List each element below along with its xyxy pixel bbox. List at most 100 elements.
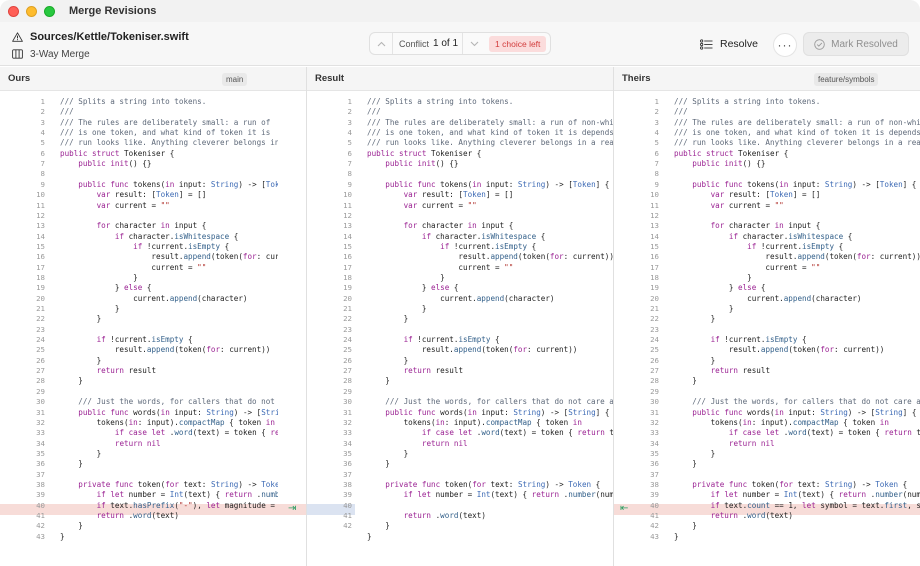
result-code-line[interactable]: public init() {} [367,159,458,169]
theirs-code-line[interactable]: if character.isWhitespace { [674,232,852,242]
result-code-line[interactable]: } [367,304,427,314]
theirs-code-line[interactable]: /// Splits a string into tokens. [674,97,820,107]
ours-code-line[interactable]: var current = "" [60,201,170,211]
result-code-line[interactable]: } [367,521,390,531]
result-code-line[interactable]: current.append(character) [367,294,554,304]
theirs-code-line[interactable]: /// The rules are deliberately small: a … [674,118,920,128]
theirs-code-line[interactable]: } [674,304,734,314]
previous-conflict-button[interactable] [370,33,392,54]
ours-code-line[interactable]: /// run looks like. Anything cleverer be… [60,138,278,148]
accept-ours-arrow-icon[interactable]: ⇥ [288,503,296,514]
result-code-line[interactable]: } [367,376,390,386]
ours-pane[interactable]: 1 2 3 4 5 6 7 8 9 10 11 12 13 14 15 16 17 18 19 20 21 22 23 24 2… [0,92,306,566]
mark-resolved-button[interactable]: Mark Resolved [803,32,909,56]
more-options-button[interactable]: ··· [773,33,797,57]
theirs-code-line[interactable]: tokens(in: input).compactMap { token in [674,418,889,428]
ours-code-line[interactable]: var result: [Token] = [] [60,190,207,200]
ours-code-line[interactable]: public struct Tokeniser { [60,149,174,159]
result-code-line[interactable]: } [367,314,409,324]
result-code-line[interactable]: return result [367,366,463,376]
result-code-line[interactable]: return nil [367,439,468,449]
result-code-line[interactable]: if character.isWhitespace { [367,232,545,242]
ours-code-line[interactable]: if character.isWhitespace { [60,232,238,242]
theirs-code-line[interactable]: return .word(text) [674,511,793,521]
result-code-line[interactable]: return .word(text) [367,511,486,521]
result-code-line[interactable]: } [367,532,372,542]
theirs-code-line[interactable]: } [674,521,697,531]
zoom-window-button[interactable] [44,5,55,17]
ours-code-line[interactable]: if !current.isEmpty { [60,242,229,252]
theirs-code-line[interactable]: result.append(token(for: current)) [674,345,884,355]
result-code-line[interactable]: public struct Tokeniser { [367,149,481,159]
ours-code-line[interactable]: return nil [60,439,161,449]
result-code-line[interactable]: tokens(in: input).compactMap { token in [367,418,582,428]
ours-code-line[interactable]: public func tokens(in input: String) -> … [60,180,278,190]
ours-code-line[interactable]: } [60,356,102,366]
result-code-line[interactable]: if !current.isEmpty { [367,242,536,252]
ours-code-line[interactable]: } else { [60,283,152,293]
ours-code-line[interactable]: /// Just the words, for callers that do … [60,397,278,407]
result-code-line[interactable]: for character in input { [367,221,514,231]
ours-code-line[interactable]: } [60,449,102,459]
ours-code-line[interactable]: return result [60,366,156,376]
result-code-line[interactable]: var current = "" [367,201,477,211]
ours-code-line[interactable]: if case let .word(text) = token { return… [60,428,278,438]
result-code-line[interactable]: result.append(token(for: current)) [367,345,577,355]
theirs-code-line[interactable]: private func token(for text: String) -> … [674,480,907,490]
result-code-line[interactable]: } [367,273,445,283]
ours-code-line[interactable]: } [60,304,120,314]
theirs-code-line[interactable]: return result [674,366,770,376]
ours-code-line[interactable]: } [60,376,83,386]
ours-code-line[interactable]: for character in input { [60,221,207,231]
result-code-line[interactable]: if !current.isEmpty { [367,335,500,345]
theirs-code-line[interactable]: if case let .word(text) = token { return… [674,428,920,438]
result-code-line[interactable]: var result: [Token] = [] [367,190,514,200]
accept-theirs-arrow-icon[interactable]: ⇤ [620,503,628,514]
ours-code-line[interactable]: result.append(token(for: current)) [60,252,278,262]
theirs-code-line[interactable]: } [674,459,697,469]
theirs-code-line[interactable]: public func tokens(in input: String) -> … [674,180,916,190]
ours-code-line[interactable]: if let number = Int(text) { return .numb… [60,490,278,500]
theirs-code[interactable]: /// Splits a string into tokens.////// T… [674,92,920,566]
ours-code-line[interactable]: return .word(text) [60,511,179,521]
theirs-code-line[interactable]: if let number = Int(text) { return .numb… [674,490,920,500]
ours-code-line[interactable]: /// [60,107,74,117]
result-code-line[interactable]: result.append(token(for: current)) [367,252,613,262]
result-code-line[interactable]: private func token(for text: String) -> … [367,480,600,490]
result-code-line[interactable]: /// Splits a string into tokens. [367,97,513,107]
ours-code-line[interactable]: } [60,459,83,469]
result-code-line[interactable]: /// is one token, and what kind of token… [367,128,613,138]
ours-code-line[interactable]: } [60,521,83,531]
theirs-code-line[interactable]: return nil [674,439,775,449]
result-code-line[interactable]: public func tokens(in input: String) -> … [367,180,609,190]
theirs-code-line[interactable]: } [674,273,752,283]
theirs-code-line[interactable]: } [674,376,697,386]
resolve-button[interactable]: Resolve [700,35,758,53]
result-pane[interactable]: 1 2 3 4 5 6 7 8 9 10 11 12 13 14 15 16 17 18 19 20 21 22 23 24 2… [307,92,613,566]
result-code-line[interactable]: current = "" [367,263,513,273]
result-code-line[interactable]: if case let .word(text) = token { return… [367,428,613,438]
theirs-code-line[interactable]: if !current.isEmpty { [674,242,843,252]
theirs-code-line[interactable]: } [674,314,716,324]
theirs-code-line[interactable]: } [674,532,679,542]
ours-code-line[interactable]: current.append(character) [60,294,247,304]
theirs-code-line[interactable]: } [674,449,716,459]
theirs-code-line[interactable]: if text.count == 1, let symbol = text.fi… [674,501,920,511]
theirs-code-line[interactable]: current = "" [674,263,820,273]
theirs-code-line[interactable]: } [674,356,716,366]
ours-code-line[interactable]: if text.hasPrefix("-"), let magnitude = … [60,501,278,511]
ours-code-line[interactable]: /// The rules are deliberately small: a … [60,118,270,128]
ours-code-line[interactable]: public init() {} [60,159,151,169]
theirs-code-line[interactable]: result.append(token(for: current)) [674,252,920,262]
theirs-code-line[interactable]: /// run looks like. Anything cleverer be… [674,138,920,148]
ours-code-line[interactable]: tokens(in: input).compactMap { token in [60,418,275,428]
result-code-line[interactable]: /// run looks like. Anything cleverer be… [367,138,613,148]
result-code-line[interactable]: } else { [367,283,459,293]
ours-code-line[interactable]: current = "" [60,263,206,273]
close-window-button[interactable] [8,5,19,17]
ours-code-line[interactable]: } [60,273,138,283]
ours-code[interactable]: /// Splits a string into tokens.////// T… [60,92,278,566]
theirs-code-line[interactable]: /// Just the words, for callers that do … [674,397,920,407]
minimize-window-button[interactable] [26,5,37,17]
theirs-code-line[interactable]: /// is one token, and what kind of token… [674,128,920,138]
